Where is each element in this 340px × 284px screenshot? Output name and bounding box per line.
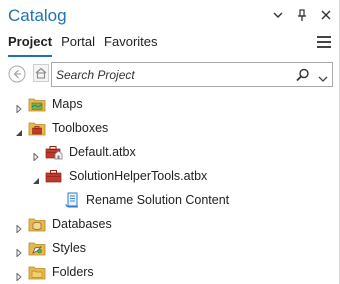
search-input[interactable] xyxy=(56,66,286,84)
tree-item-label: Databases xyxy=(52,217,112,231)
maps-folder-icon xyxy=(28,96,46,112)
pane-title-bar: Catalog xyxy=(0,0,340,34)
tab-project[interactable]: Project xyxy=(8,34,53,57)
pane-window-controls xyxy=(272,8,332,22)
catalog-tabs: Project Portal Favorites xyxy=(8,34,158,57)
collapse-caret-icon[interactable] xyxy=(15,124,23,136)
tree-item-rename-solution-content[interactable]: Rename Solution Content xyxy=(0,188,340,212)
tab-portal[interactable]: Portal xyxy=(61,34,95,54)
tree-item-default-atbx[interactable]: Default.atbx xyxy=(0,140,340,164)
expand-caret-icon[interactable] xyxy=(15,244,23,258)
pin-icon[interactable] xyxy=(296,8,308,22)
tree-item-label: Toolboxes xyxy=(52,121,109,135)
tree-item-label: Styles xyxy=(52,241,87,255)
tree-item-label: SolutionHelperTools.atbx xyxy=(69,169,208,183)
tree-item-label: Maps xyxy=(52,97,83,111)
search-box xyxy=(51,62,333,87)
search-icon[interactable] xyxy=(296,68,310,82)
toolboxes-folder-icon xyxy=(28,120,46,136)
tree-item-maps[interactable]: Maps xyxy=(0,92,340,116)
toolbox-icon xyxy=(45,168,63,184)
tree-item-toolboxes[interactable]: Toolboxes xyxy=(0,116,340,140)
collapse-caret-icon[interactable] xyxy=(32,172,40,184)
tree-item-label: Default.atbx xyxy=(69,145,136,159)
menu-icon[interactable] xyxy=(317,36,331,48)
back-icon[interactable] xyxy=(8,65,26,83)
folders-folder-icon xyxy=(28,264,46,280)
tree-item-styles[interactable]: Styles xyxy=(0,236,340,260)
tree-item-label: Folders xyxy=(52,265,94,279)
default-toolbox-icon xyxy=(45,144,63,160)
script-tool-icon xyxy=(64,192,82,208)
expand-caret-icon[interactable] xyxy=(15,220,23,234)
pane-options-chevron-icon[interactable] xyxy=(272,8,284,22)
tab-favorites[interactable]: Favorites xyxy=(104,34,157,54)
styles-folder-icon xyxy=(28,240,46,256)
home-icon[interactable] xyxy=(33,64,49,82)
pane-title: Catalog xyxy=(8,6,67,25)
tree-item-folders[interactable]: Folders xyxy=(0,260,340,284)
close-icon[interactable] xyxy=(320,8,332,22)
catalog-pane: Catalog Project Portal Favorites Search … xyxy=(0,0,340,284)
tree-item-label: Rename Solution Content xyxy=(86,193,230,207)
expand-caret-icon[interactable] xyxy=(32,148,40,162)
databases-folder-icon xyxy=(28,216,46,232)
expand-caret-icon[interactable] xyxy=(15,100,23,114)
expand-caret-icon[interactable] xyxy=(15,268,23,282)
search-options-chevron-icon[interactable] xyxy=(318,70,328,82)
tree-item-solutionhelpertools-atbx[interactable]: SolutionHelperTools.atbx xyxy=(0,164,340,188)
tree-item-databases[interactable]: Databases xyxy=(0,212,340,236)
